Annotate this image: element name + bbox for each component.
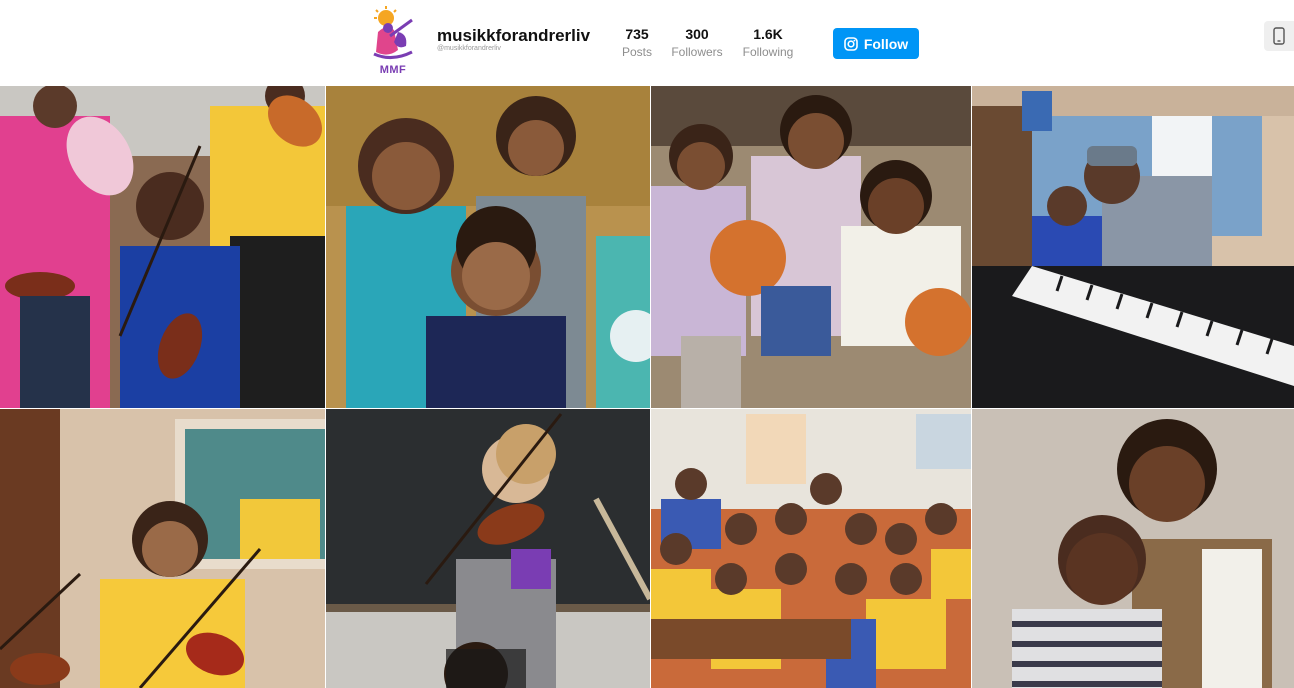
phone-icon <box>1273 27 1285 45</box>
stat-followers-value: 300 <box>685 26 709 42</box>
post-image <box>326 86 650 408</box>
post-tile[interactable] <box>972 86 1294 408</box>
post-grid <box>0 86 1294 688</box>
stat-following-value: 1.6K <box>753 26 783 42</box>
profile-header: MMF musikkforandrerliv @musikkforandrerl… <box>0 0 1294 86</box>
stat-followers[interactable]: 300 Followers <box>670 26 724 59</box>
post-tile[interactable] <box>651 86 971 408</box>
logo-icon <box>373 6 413 59</box>
post-image <box>0 409 325 688</box>
post-image <box>0 86 325 408</box>
follow-button[interactable]: Follow <box>833 28 919 59</box>
post-image <box>972 86 1294 408</box>
profile-handle: @musikkforandrerliv <box>437 45 501 52</box>
stat-posts[interactable]: 735 Posts <box>621 26 653 59</box>
post-image <box>326 409 650 688</box>
post-tile[interactable] <box>0 409 325 688</box>
stat-following[interactable]: 1.6K Following <box>741 26 795 59</box>
post-tile[interactable] <box>326 409 650 688</box>
follow-label: Follow <box>863 35 909 52</box>
stat-posts-label: Posts <box>621 45 652 59</box>
post-image <box>651 86 971 408</box>
instagram-icon <box>844 36 858 51</box>
post-tile[interactable] <box>0 86 325 408</box>
stat-followers-label: Followers <box>671 45 723 59</box>
post-tile[interactable] <box>651 409 971 688</box>
post-image <box>972 409 1294 688</box>
post-tile[interactable] <box>972 409 1294 688</box>
post-tile[interactable] <box>326 86 650 408</box>
stat-following-label: Following <box>742 45 794 59</box>
brand-logo[interactable]: MMF <box>368 6 426 76</box>
logo-text: MMF <box>379 64 407 76</box>
stat-posts-value: 735 <box>625 26 649 42</box>
post-image <box>651 409 971 688</box>
device-toggle-button[interactable] <box>1264 21 1294 51</box>
profile-username[interactable]: musikkforandrerliv <box>437 26 590 46</box>
